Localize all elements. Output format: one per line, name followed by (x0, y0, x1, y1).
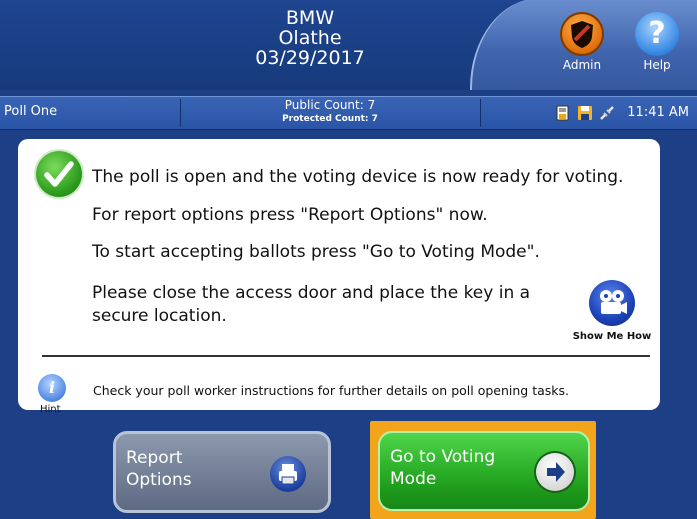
question-icon: ? (635, 12, 679, 56)
shield-icon (560, 12, 604, 56)
show-me-how-label: Show Me How (572, 331, 652, 342)
projector-icon (589, 280, 635, 326)
help-label: Help (643, 58, 671, 72)
admin-label: Admin (562, 58, 602, 72)
hint-text: Check your poll worker instructions for … (93, 383, 569, 398)
save-icon[interactable] (577, 105, 593, 121)
info-icon[interactable]: i (38, 374, 66, 402)
divider (480, 99, 481, 127)
go-to-voting-mode-label-line2: Mode (390, 469, 437, 489)
admin-button[interactable]: Admin (552, 12, 612, 72)
status-bar: Poll One Public Count: 7 Protected Count… (0, 96, 697, 130)
go-to-voting-mode-label-line1: Go to Voting (390, 447, 496, 467)
clock: 11:41 AM (627, 105, 689, 120)
report-options-button[interactable]: Report Options (113, 431, 331, 513)
poll-name: Poll One (4, 104, 58, 119)
report-options-label-line1: Report (126, 448, 183, 468)
go-to-voting-mode-button[interactable]: Go to Voting Mode (378, 431, 590, 511)
go-to-voting-mode-label: Go to Voting Mode (390, 446, 530, 490)
divider (42, 355, 650, 357)
ballot-counts: Public Count: 7 Protected Count: 7 (180, 98, 480, 125)
header: BMW Olathe 03/29/2017 Admin ? Help (0, 0, 697, 90)
report-options-label-line2: Options (126, 470, 192, 490)
report-options-instruction: For report options press "Report Options… (92, 205, 488, 225)
hint-label: Hint (40, 404, 61, 415)
show-me-how-button[interactable]: Show Me How (568, 280, 656, 342)
printer-icon (270, 456, 306, 492)
arrow-right-icon (536, 453, 574, 491)
message-panel: The poll is open and the voting device i… (18, 139, 660, 415)
protected-count: Protected Count: 7 (282, 114, 378, 124)
voting-mode-instruction: To start accepting ballots press "Go to … (92, 242, 540, 262)
help-button[interactable]: ? Help (627, 12, 687, 72)
public-count: Public Count: 7 (284, 98, 376, 112)
connection-icon[interactable] (599, 105, 615, 121)
status-icons (555, 105, 615, 121)
report-options-label: Report Options (126, 447, 256, 491)
checkmark-icon (36, 151, 82, 197)
poll-open-message: The poll is open and the voting device i… (92, 167, 624, 187)
access-door-instruction: Please close the access door and place t… (92, 283, 531, 326)
report-icon[interactable] (555, 105, 571, 121)
